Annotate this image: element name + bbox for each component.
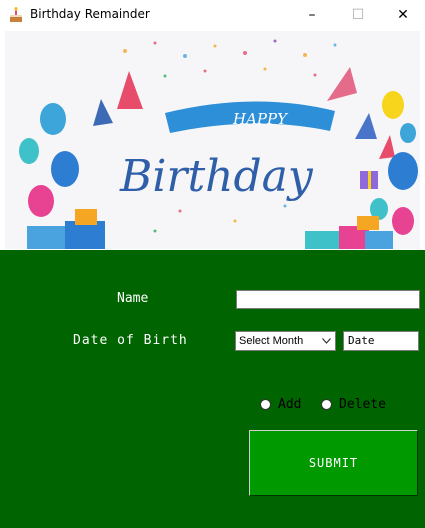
close-button[interactable]: ✕ xyxy=(380,0,425,30)
happy-text: HAPPY xyxy=(232,110,289,128)
birthday-banner: HAPPY Birthday xyxy=(5,31,420,249)
submit-button[interactable]: SUBMIT xyxy=(249,430,418,496)
window-title: Birthday Remainder xyxy=(30,7,150,21)
birthday-text: Birthday xyxy=(119,151,314,202)
dob-label: Date of Birth xyxy=(73,333,188,348)
radio-add[interactable]: Add xyxy=(260,397,301,412)
chevron-down-icon xyxy=(322,338,331,344)
radio-add-label: Add xyxy=(278,397,302,412)
month-select[interactable]: Select Month xyxy=(235,331,336,351)
radio-delete[interactable]: Delete xyxy=(321,397,386,412)
radio-add-circle[interactable] xyxy=(260,399,271,410)
birthday-banner-art: HAPPY Birthday xyxy=(19,39,418,249)
radio-delete-circle[interactable] xyxy=(321,399,332,410)
minimize-button[interactable]: – xyxy=(289,0,335,30)
title-bar: Birthday Remainder – ☐ ✕ xyxy=(0,0,425,30)
maximize-button[interactable]: ☐ xyxy=(335,0,381,30)
date-input[interactable]: Date xyxy=(343,331,419,351)
month-select-value: Select Month xyxy=(239,335,304,347)
radio-delete-label: Delete xyxy=(339,397,386,412)
name-label: Name xyxy=(117,291,149,306)
cake-icon xyxy=(10,7,22,22)
name-input[interactable] xyxy=(236,290,420,309)
